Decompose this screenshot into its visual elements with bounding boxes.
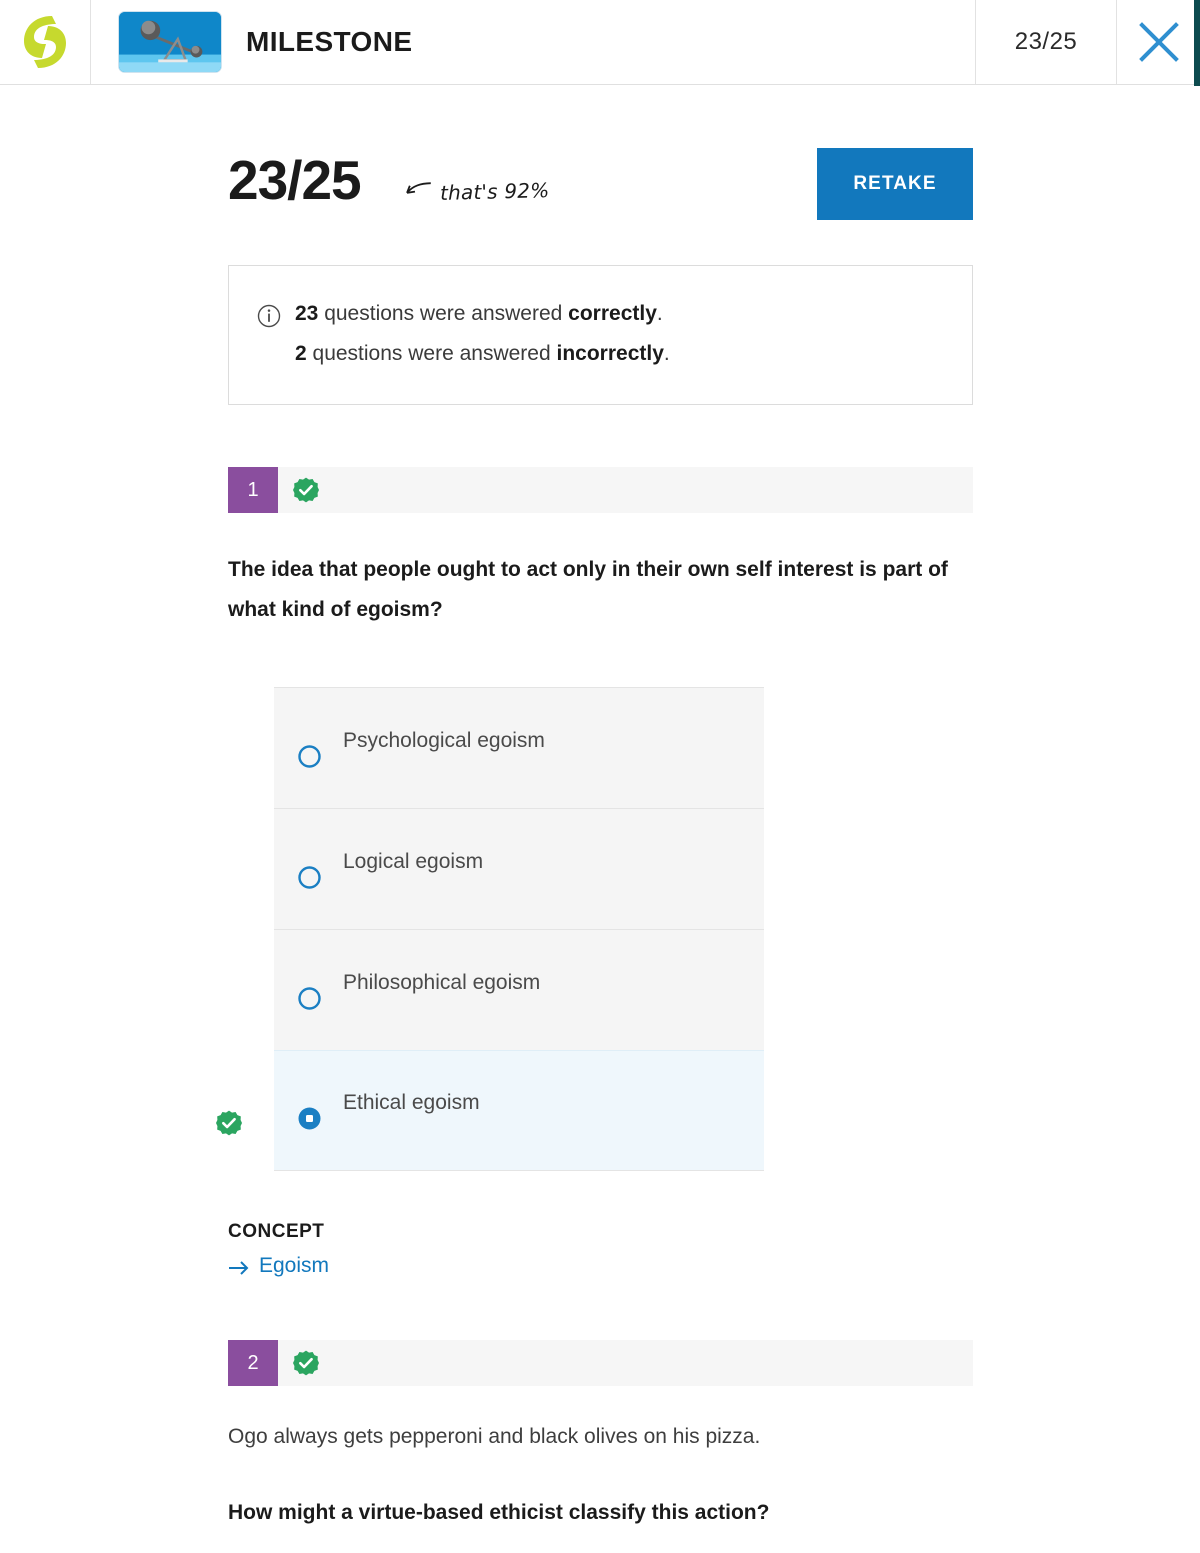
- concept-heading: CONCEPT: [228, 1221, 325, 1242]
- close-icon: [1137, 20, 1181, 64]
- incorrect-mid: questions were answered: [306, 342, 557, 365]
- close-button[interactable]: [1117, 0, 1200, 84]
- correct-end: .: [656, 302, 663, 325]
- big-score: 23/25: [228, 149, 362, 211]
- info-icon: [257, 302, 281, 328]
- radio-unselected-icon[interactable]: [297, 865, 322, 890]
- question-context-2: Ogo always gets pepperoni and black oliv…: [228, 1425, 761, 1448]
- concept-link-label: Egoism: [259, 1254, 330, 1277]
- page-title: MILESTONE: [246, 26, 413, 57]
- answer-option-label: Psychological egoism: [343, 728, 545, 752]
- results-info-box: 23 questions were answered correctly. 2 …: [228, 265, 973, 405]
- radio-unselected-icon[interactable]: [297, 744, 322, 769]
- correct-count: 23: [295, 302, 319, 325]
- incorrect-end: .: [663, 342, 670, 365]
- answer-option-label: Logical egoism: [343, 849, 484, 873]
- logo-cell[interactable]: [0, 0, 91, 84]
- answer-option-selected[interactable]: Ethical egoism: [216, 1050, 764, 1171]
- question-header-2: 2: [228, 1340, 973, 1386]
- radio-selected-icon[interactable]: [297, 1106, 322, 1131]
- seesaw-balance-thumbnail: [118, 11, 222, 73]
- question-text-1: The idea that people ought to act only i…: [228, 558, 948, 621]
- question-header-1: 1: [228, 467, 973, 513]
- content-wrapper: 23/25 that's 92% RETAKE 23 questions wer…: [216, 148, 973, 1533]
- question-text-2: How might a virtue-based ethicist classi…: [228, 1501, 770, 1524]
- answer-option[interactable]: Philosophical egoism: [274, 929, 764, 1050]
- curved-arrow-icon: [402, 179, 433, 207]
- question-number-badge: 1: [228, 467, 278, 513]
- correct-mid: questions were answered: [318, 302, 569, 325]
- answer-option[interactable]: Logical egoism: [274, 808, 764, 929]
- correct-word: correctly: [568, 302, 657, 325]
- option-correct-icon: [216, 1110, 242, 1136]
- question-block-1: 1 The idea that people ought to act only…: [216, 467, 973, 1278]
- concept-link[interactable]: Egoism: [228, 1254, 973, 1278]
- correct-status-icon: [293, 1350, 319, 1376]
- radio-unselected-icon[interactable]: [297, 986, 322, 1011]
- answer-options-1: Psychological egoism Logical egoism Phil…: [216, 687, 764, 1171]
- incorrect-word: incorrectly: [556, 342, 664, 365]
- retake-button[interactable]: RETAKE: [817, 148, 973, 220]
- question-block-2: 2 Ogo always gets pepperoni and black ol…: [228, 1340, 973, 1533]
- concept-section-1: CONCEPT Egoism: [228, 1221, 973, 1278]
- answer-option[interactable]: Psychological egoism: [274, 687, 764, 808]
- sophia-logo: [22, 14, 68, 70]
- answer-option-label: Philosophical egoism: [343, 970, 541, 994]
- question-number-badge: 2: [228, 1340, 278, 1386]
- score-annotation: that's 92%: [402, 176, 549, 207]
- correct-summary-text: 23 questions were answered correctly.: [295, 294, 663, 334]
- incorrect-count: 2: [295, 342, 307, 365]
- incorrect-summary-line: 2 questions were answered incorrectly.: [257, 334, 942, 374]
- score-summary-row: 23/25 that's 92% RETAKE: [228, 148, 973, 220]
- right-edge-rail: [1194, 0, 1200, 86]
- header-score: 23/25: [976, 0, 1117, 84]
- answer-option-label: Ethical egoism: [343, 1091, 480, 1114]
- correct-status-icon: [293, 477, 319, 503]
- header-title-cell: MILESTONE: [91, 0, 976, 84]
- incorrect-summary-text: 2 questions were answered incorrectly.: [295, 334, 670, 374]
- score-annotation-text: that's 92%: [439, 177, 550, 205]
- app-header: MILESTONE 23/25: [0, 0, 1200, 86]
- results-main: 23/25 that's 92% RETAKE 23 questions wer…: [0, 148, 1200, 1533]
- correct-summary-line: 23 questions were answered correctly.: [257, 294, 942, 334]
- arrow-right-icon: [228, 1258, 250, 1275]
